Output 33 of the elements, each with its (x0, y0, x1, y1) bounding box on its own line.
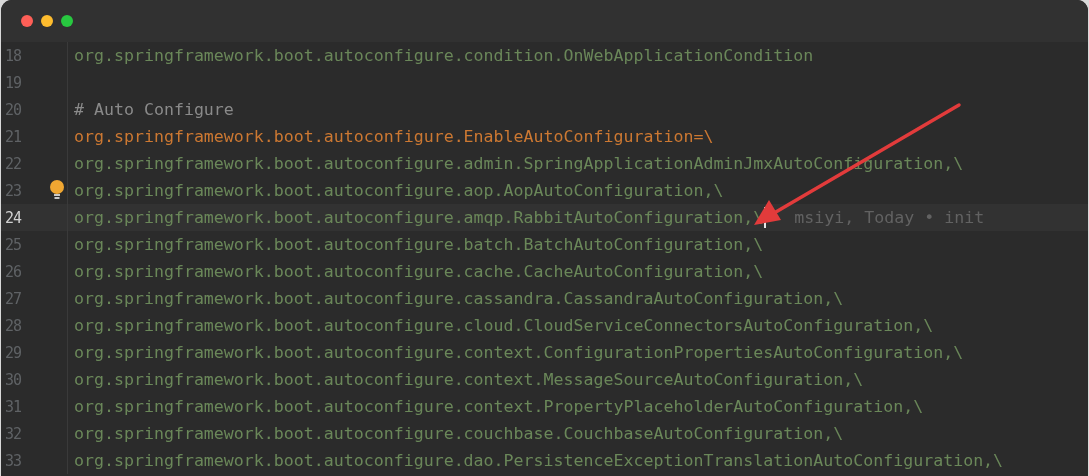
code-line: org.springframework.boot.autoconfigure.batch.BatchAutoConfiguration,\ (74, 235, 764, 254)
line-number: 18 (3, 46, 21, 65)
line-number: 20 (3, 100, 21, 119)
code-line: org.springframework.boot.autoconfigure.cassandra.CassandraAutoConfiguration,\ (74, 289, 844, 308)
line-number: 31 (3, 397, 21, 416)
code-line: org.springframework.boot.autoconfigure.context.PropertyPlaceholderAutoConfiguration,\ (74, 397, 924, 416)
code-line: org.springframework.boot.autoconfigure.aop.AopAutoConfiguration,\ (74, 181, 724, 200)
line-number: 23 (3, 181, 21, 200)
line-number: 30 (3, 370, 21, 389)
line-number: 24 (3, 208, 21, 227)
code-line: org.springframework.boot.autoconfigure.dao.PersistenceExceptionTranslationAutoConfiguration,\ (74, 451, 1004, 470)
code-line: org.springframework.boot.autoconfigure.condition.OnWebApplicationCondition (74, 46, 814, 65)
window-zoom-button[interactable] (61, 15, 73, 27)
lightbulb-icon[interactable] (49, 179, 65, 201)
code-comment: # Auto Configure (74, 100, 234, 119)
line-number: 27 (3, 289, 21, 308)
window-minimize-button[interactable] (41, 15, 53, 27)
line-number: 19 (3, 73, 21, 92)
line-number: 28 (3, 316, 21, 335)
code-line: org.springframework.boot.autoconfigure.cache.CacheAutoConfiguration,\ (74, 262, 764, 281)
line-number: 22 (3, 154, 21, 173)
code-line: org.springframework.boot.autoconfigure.EnableAutoConfiguration=\ (74, 127, 714, 146)
line-number: 32 (3, 424, 21, 443)
code-line: org.springframework.boot.autoconfigure.context.MessageSourceAutoConfiguration,\ (74, 370, 864, 389)
code-line: org.springframework.boot.autoconfigure.cloud.CloudServiceConnectorsAutoConfiguration,\ (74, 316, 934, 335)
line-number: 26 (3, 262, 21, 281)
line-number: 29 (3, 343, 21, 362)
line-number: 33 (3, 451, 21, 470)
window-close-button[interactable] (21, 15, 33, 27)
line-number: 25 (3, 235, 21, 254)
code-line: org.springframework.boot.autoconfigure.context.ConfigurationPropertiesAutoConfiguration,\ (74, 343, 964, 362)
line-number: 21 (3, 127, 21, 146)
code-line: org.springframework.boot.autoconfigure.couchbase.CouchbaseAutoConfiguration,\ (74, 424, 844, 443)
